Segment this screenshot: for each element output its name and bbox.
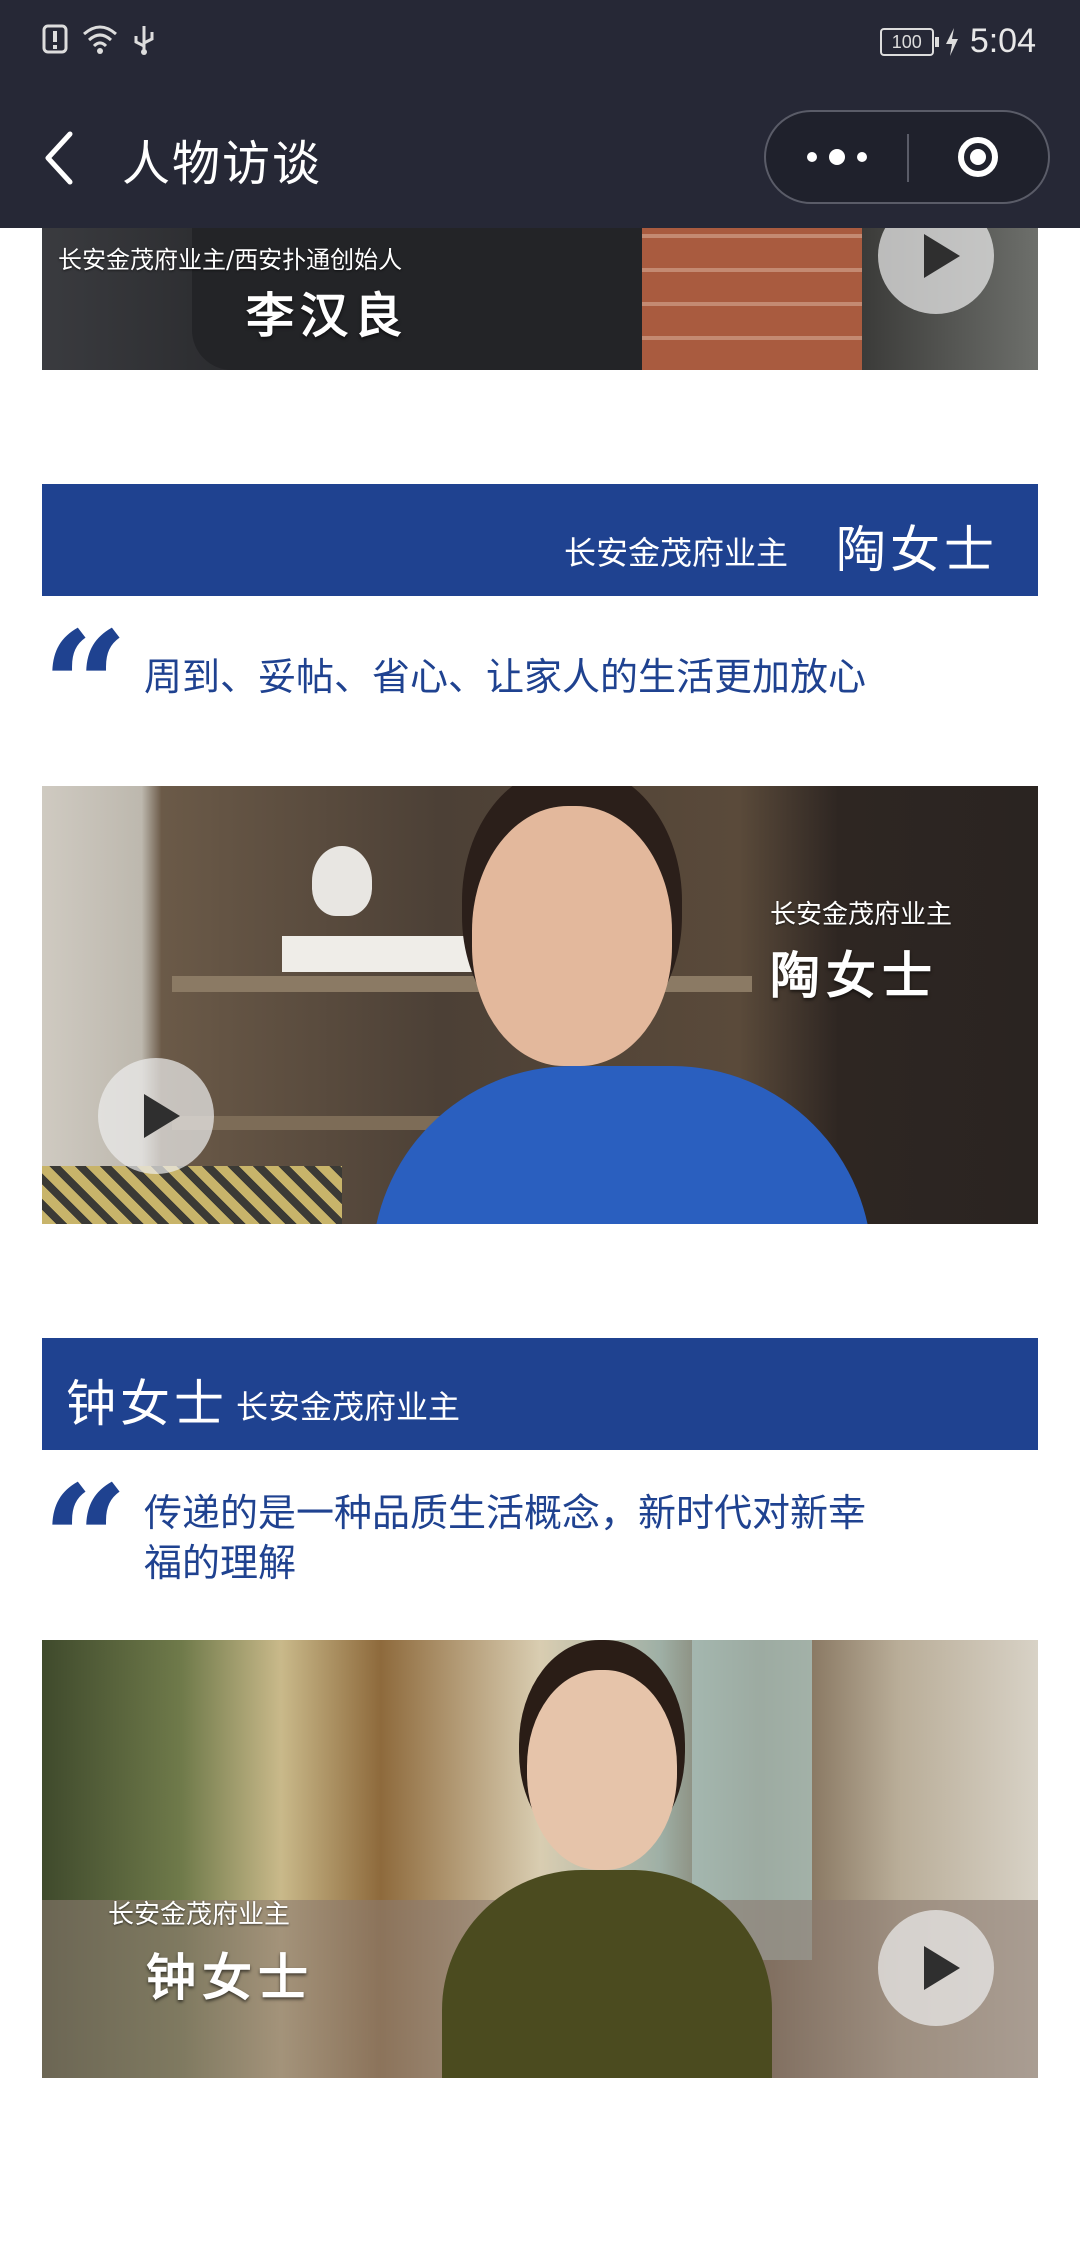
more-dot-icon xyxy=(828,149,845,165)
interviewee-face xyxy=(472,806,672,1066)
video-card-li-hanliang[interactable]: 长安金茂府业主/西安扑通创始人 李汉良 xyxy=(42,228,1038,370)
book-stack xyxy=(282,936,482,972)
wifi-icon xyxy=(83,25,117,54)
chevron-left-icon xyxy=(45,131,73,185)
play-icon[interactable] xyxy=(878,228,994,314)
video-card-zhong[interactable]: 长安金茂府业主 钟女士 xyxy=(42,1640,1038,2078)
status-icons-left xyxy=(42,22,156,56)
back-button[interactable] xyxy=(40,128,80,188)
banner-subtitle: 长安金茂府业主 xyxy=(564,534,789,572)
more-button[interactable] xyxy=(766,112,907,202)
interviewee-body xyxy=(372,1066,872,1224)
interviewee-banner-tao: 长安金茂府业主 陶女士 xyxy=(42,484,1038,596)
banner-name: 陶女士 xyxy=(836,521,998,579)
video-overlay-name: 钟女士 xyxy=(146,1949,314,2007)
target-icon xyxy=(957,137,998,177)
interviewee-banner-zhong: 钟女士 长安金茂府业主 xyxy=(42,1338,1038,1450)
quote-icon: “ xyxy=(42,1453,129,1629)
brick-wall xyxy=(642,228,862,370)
decor-vase xyxy=(312,846,372,916)
interview-quote: 传递的是一种品质生活概念，新时代对新幸 福的理解 xyxy=(144,1488,944,1588)
usb-icon xyxy=(134,26,154,55)
banner-name: 钟女士 xyxy=(66,1375,228,1433)
mini-program-capsule xyxy=(764,110,1050,204)
quote-line: 传递的是一种品质生活概念，新时代对新幸 xyxy=(144,1491,867,1535)
video-overlay-name: 陶女士 xyxy=(770,947,938,1005)
video-overlay-subtitle: 长安金茂府业主/西安扑通创始人 xyxy=(58,246,403,274)
charging-icon xyxy=(945,27,958,56)
video-overlay-name: 李汉良 xyxy=(246,288,409,344)
alert-icon xyxy=(42,24,68,54)
more-dot-icon xyxy=(806,152,817,162)
battery-icon: 100 xyxy=(879,27,939,56)
play-icon[interactable] xyxy=(98,1058,214,1174)
banner-subtitle: 长安金茂府业主 xyxy=(236,1388,461,1426)
close-mini-program-button[interactable] xyxy=(907,112,1048,202)
cushion xyxy=(42,1166,342,1224)
more-dot-icon xyxy=(856,152,867,162)
status-time: 5:04 xyxy=(969,22,1036,60)
interview-quote: 周到、妥帖、省心、让家人的生活更加放心 xyxy=(144,655,867,699)
video-card-tao[interactable]: 长安金茂府业主 陶女士 xyxy=(42,786,1038,1224)
interviewee-face xyxy=(527,1670,677,1870)
video-overlay-subtitle: 长安金茂府业主 xyxy=(108,1900,291,1930)
top-bar: 100 5:04 人物访谈 xyxy=(0,0,1080,228)
page-title: 人物访谈 xyxy=(122,136,323,192)
status-icons-right: 100 5:04 xyxy=(879,22,1036,61)
battery-level: 100 xyxy=(891,31,922,52)
play-icon[interactable] xyxy=(878,1910,994,2026)
video-overlay-subtitle: 长安金茂府业主 xyxy=(770,900,953,930)
quote-icon: “ xyxy=(42,599,129,775)
quote-line: 福的理解 xyxy=(144,1541,297,1585)
